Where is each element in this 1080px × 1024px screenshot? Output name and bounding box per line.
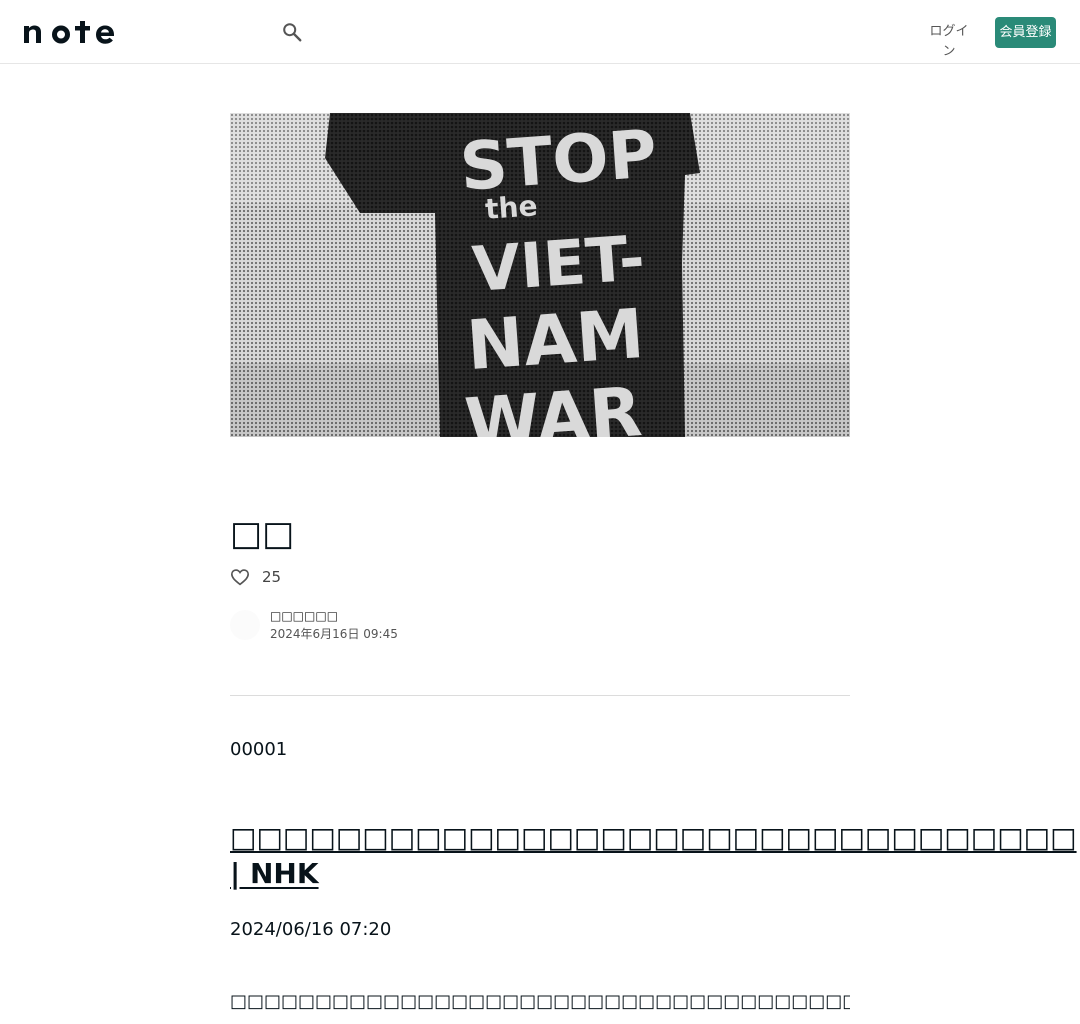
svg-text:VIET-: VIET- [470, 221, 647, 306]
post-date: 2024年6月16日 09:45 [270, 627, 398, 641]
avatar[interactable] [230, 610, 260, 640]
article-title: □□ [230, 514, 295, 554]
hero-image: STOP the VIET- NAM WAR [230, 113, 850, 437]
like-count: 25 [262, 568, 282, 586]
heart-icon[interactable] [230, 568, 250, 586]
svg-text:the: the [484, 189, 538, 226]
search-icon[interactable] [281, 21, 303, 43]
divider [230, 695, 850, 696]
author-name[interactable]: □□□□□□ [270, 608, 338, 624]
svg-text:NAM: NAM [464, 295, 646, 386]
like-area: 25 [230, 565, 281, 589]
embedded-link-title[interactable]: □□□□□□□□□□□□□□□□□□□□□□□□□□□□□□□□ | NHK [230, 820, 1077, 892]
note-logo[interactable] [24, 20, 122, 44]
login-link[interactable]: ログイン [928, 22, 970, 59]
site-header: ログイン 会員登録 [0, 0, 1080, 64]
body-text-id: 00001 [230, 739, 288, 760]
svg-text:WAR: WAR [462, 373, 644, 437]
protest-placard-photo: STOP the VIET- NAM WAR [230, 113, 850, 437]
article-paragraph: □□□□□□□□□□□□□□□□□□□□□□□□□□□□□□□□□□□□□□□□… [230, 991, 850, 1012]
embedded-link-date: 2024/06/16 07:20 [230, 919, 392, 940]
signup-button[interactable]: 会員登録 [995, 17, 1056, 48]
